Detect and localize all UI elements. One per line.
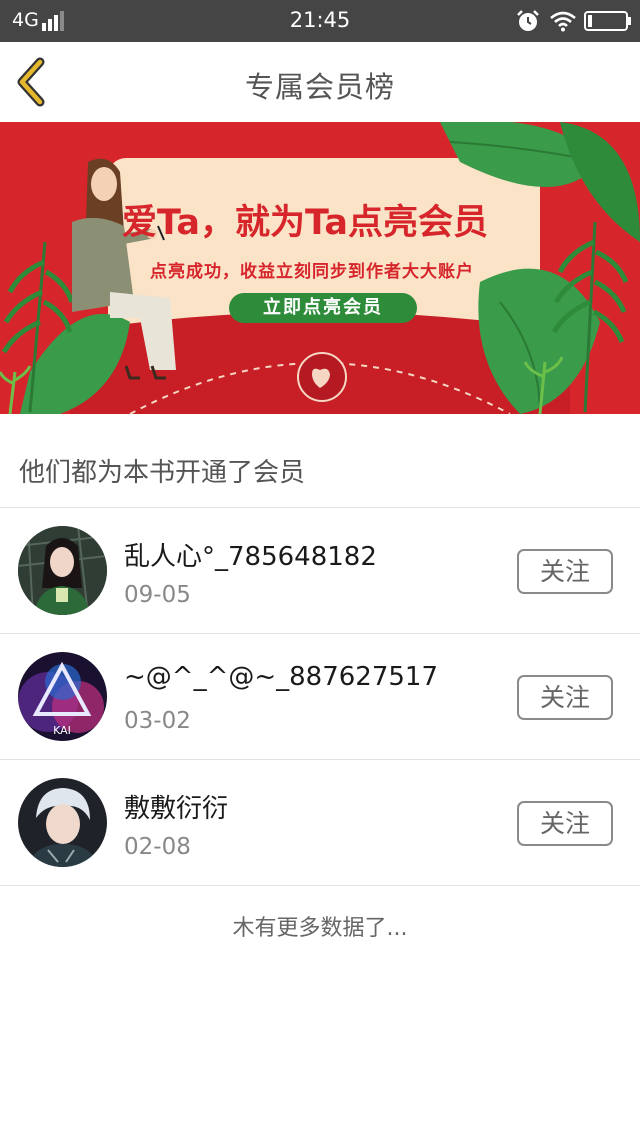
svg-text:KAI: KAI (53, 724, 71, 737)
page-title: 专属会员榜 (244, 70, 395, 104)
activate-membership-button[interactable]: 立即点亮会员 (229, 293, 417, 323)
list-item[interactable]: 乱人心°_785648182 09-05 关注 (0, 508, 640, 634)
wifi-icon (550, 11, 576, 32)
list-item[interactable]: 敷敷衍衍 02-08 关注 (0, 760, 640, 886)
member-name: 敷敷衍衍 (124, 794, 229, 824)
member-date: 09-05 (124, 582, 191, 608)
list-item[interactable]: KAI ~@^_^@~_887627517 03-02 关注 (0, 634, 640, 760)
member-name: 乱人心°_785648182 (124, 542, 377, 572)
member-date: 03-02 (124, 708, 191, 734)
no-more-data-text: 木有更多数据了... (232, 916, 408, 941)
banner-headline: 爱Ta，就为Ta点亮会员 (122, 203, 488, 243)
follow-button[interactable]: 关注 (517, 549, 613, 594)
avatar (18, 778, 107, 867)
follow-button[interactable]: 关注 (517, 675, 613, 720)
avatar: KAI (18, 652, 107, 741)
avatar (18, 526, 107, 615)
clock-time: 21:45 (289, 8, 351, 32)
battery-icon (584, 11, 631, 31)
member-date: 02-08 (124, 834, 191, 860)
member-name: ~@^_^@~_887627517 (124, 662, 439, 692)
member-promo-banner[interactable]: 爱Ta，就为Ta点亮会员 点亮成功，收益立刻同步到作者大大账户 立即点亮会员 (0, 122, 640, 414)
section-title: 他们都为本书开通了会员 (19, 458, 306, 488)
nav-bar: 专属会员榜 (0, 42, 640, 122)
divider (0, 885, 640, 886)
follow-button[interactable]: 关注 (517, 801, 613, 846)
status-bar: 4G 21:45 (0, 0, 640, 42)
alarm-icon (517, 10, 539, 31)
banner-subtitle: 点亮成功，收益立刻同步到作者大大账户 (150, 262, 474, 282)
